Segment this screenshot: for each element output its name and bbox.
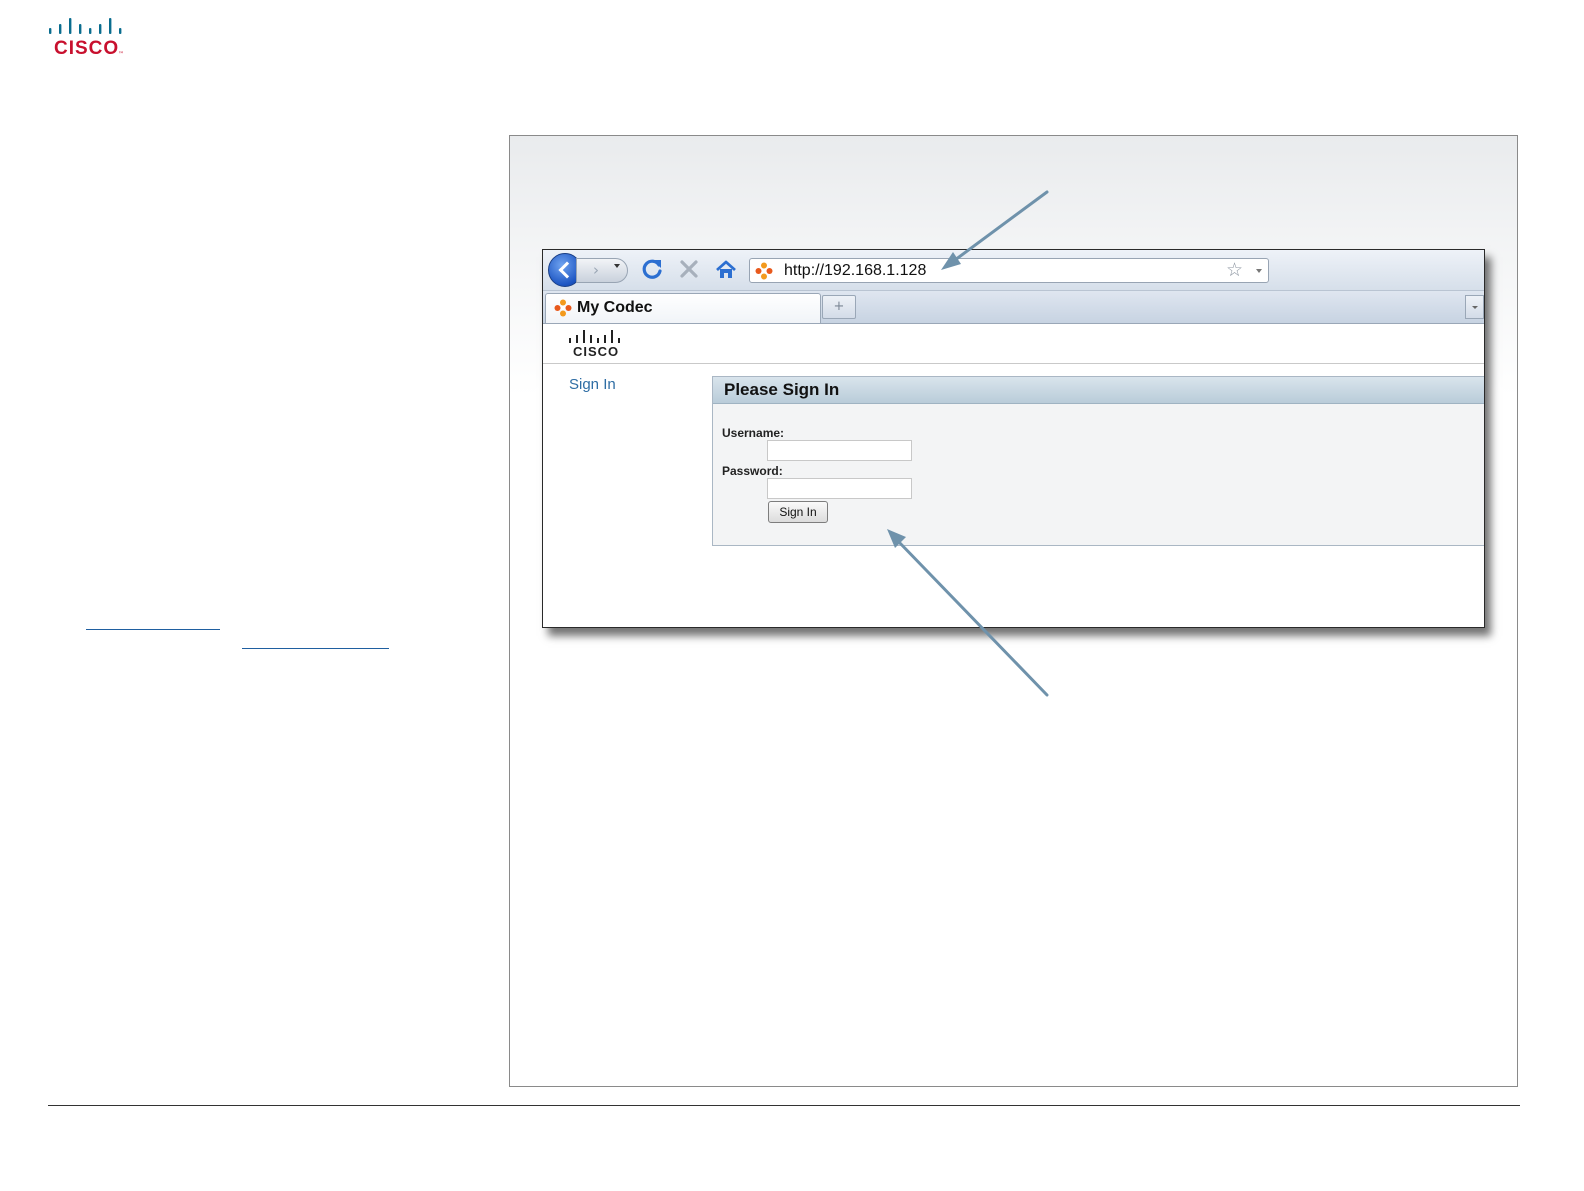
footer-rule bbox=[48, 1105, 1520, 1106]
url-text: http://192.168.1.128 bbox=[784, 262, 927, 279]
cisco-wordmark: CISCO bbox=[573, 344, 620, 359]
address-bar[interactable]: http://192.168.1.128 ☆ bbox=[749, 258, 1269, 283]
tab-my-codec[interactable]: My Codec bbox=[545, 293, 821, 323]
reload-icon[interactable] bbox=[640, 257, 664, 281]
browser-window: › http://192.168.1.128 ☆ My Codec + CISC… bbox=[542, 249, 1485, 628]
cisco-logo: CISCO bbox=[568, 330, 624, 360]
new-tab-button[interactable]: + bbox=[822, 295, 856, 319]
forward-button[interactable]: › bbox=[576, 258, 628, 283]
tab-label: My Codec bbox=[577, 299, 653, 316]
link-underline[interactable] bbox=[242, 648, 389, 649]
page-header: CISCO bbox=[543, 324, 1484, 364]
cisco-bars-icon bbox=[569, 330, 620, 343]
cisco-bars-icon bbox=[49, 18, 122, 34]
nav-sign-in-link[interactable]: Sign In bbox=[569, 376, 616, 394]
password-label: Password: bbox=[722, 464, 783, 478]
bookmark-star-icon[interactable]: ☆ bbox=[1226, 260, 1243, 280]
forward-icon: › bbox=[593, 261, 599, 279]
home-icon[interactable] bbox=[714, 258, 738, 282]
username-label: Username: bbox=[722, 426, 785, 440]
panel-title: Please Sign In bbox=[724, 380, 840, 399]
cisco-logo: CISCO ™ bbox=[48, 18, 124, 60]
tab-list-button[interactable] bbox=[1465, 295, 1484, 319]
password-field[interactable] bbox=[767, 478, 912, 499]
tab-strip: My Codec + bbox=[543, 291, 1484, 324]
trademark-symbol: ™ bbox=[118, 51, 124, 58]
panel-header: Please Sign In bbox=[713, 377, 1484, 404]
stop-icon[interactable] bbox=[678, 258, 700, 280]
site-icon bbox=[554, 299, 572, 317]
link-underline[interactable] bbox=[86, 629, 220, 630]
sign-in-panel: Please Sign In Username: Password: Sign … bbox=[712, 376, 1484, 546]
sign-in-button[interactable]: Sign In bbox=[768, 501, 828, 523]
history-dropdown-icon[interactable] bbox=[614, 264, 620, 268]
cisco-wordmark: CISCO bbox=[54, 38, 120, 59]
browser-toolbar: › http://192.168.1.128 ☆ bbox=[543, 250, 1484, 291]
site-icon bbox=[755, 262, 773, 280]
plus-icon: + bbox=[833, 299, 845, 314]
username-field[interactable] bbox=[767, 440, 912, 461]
url-dropdown-icon[interactable] bbox=[1256, 269, 1262, 273]
